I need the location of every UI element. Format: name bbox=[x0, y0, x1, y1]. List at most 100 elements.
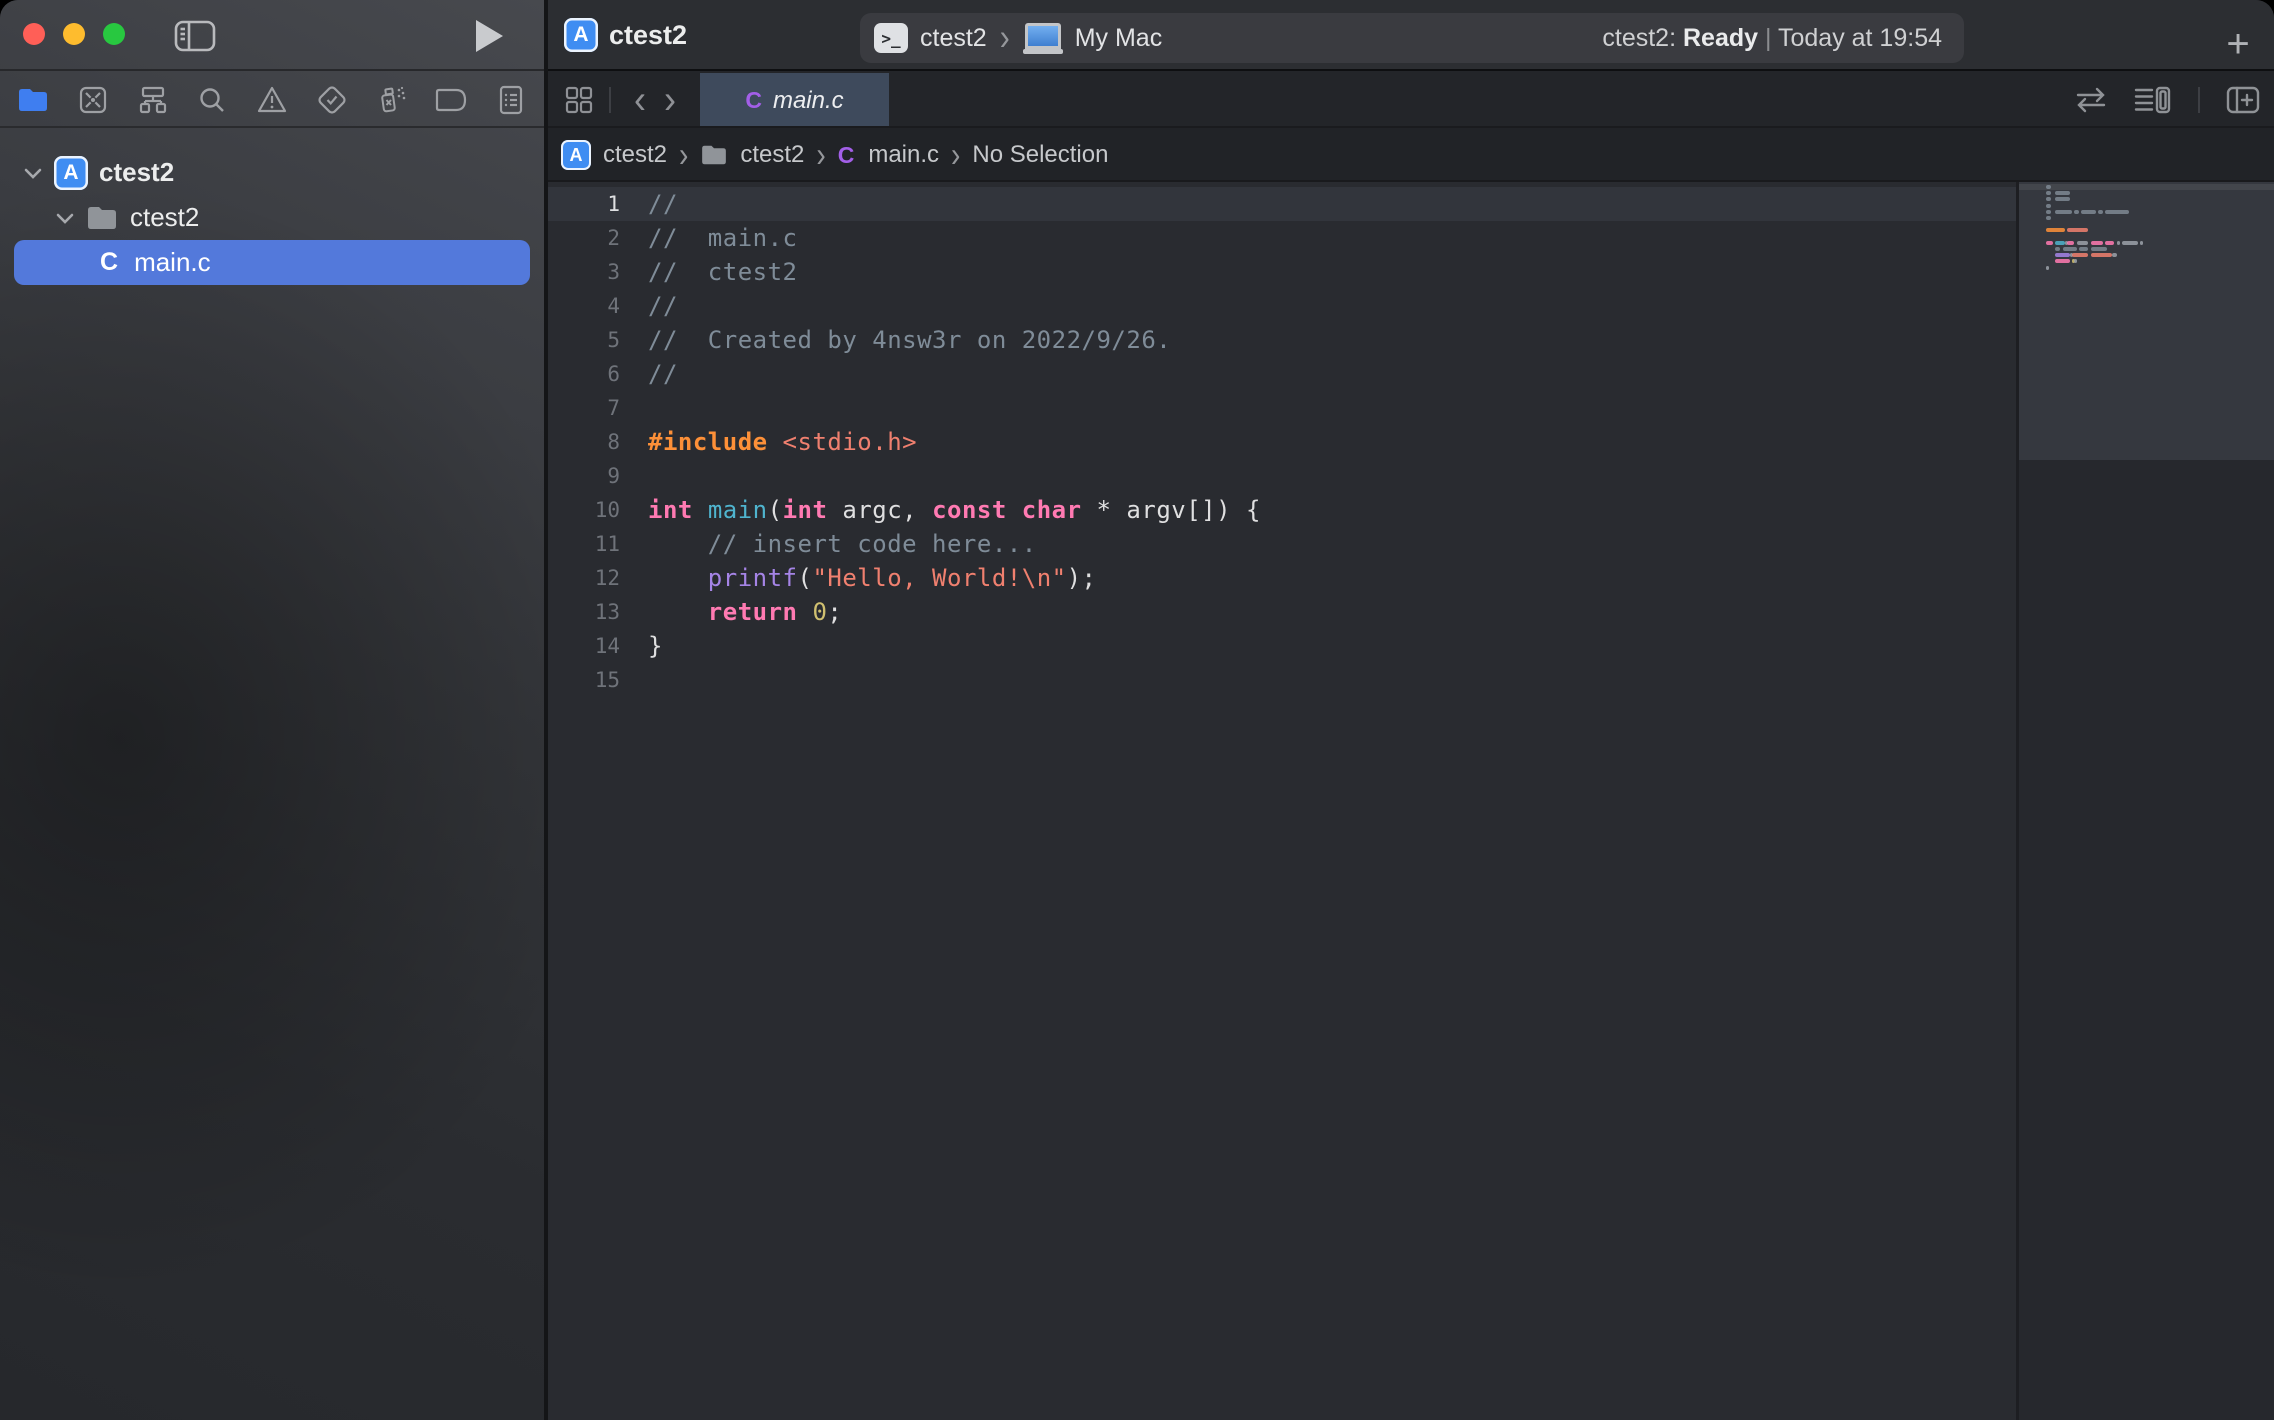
build-status[interactable]: ctest2: Ready | Today at 19:54 bbox=[1602, 24, 1964, 53]
code-line[interactable]: 5 // Created by 4nsw3r on 2022/9/26. bbox=[548, 323, 2016, 357]
my-mac-icon bbox=[1023, 23, 1063, 54]
line-number[interactable]: 9 bbox=[548, 464, 620, 488]
line-number[interactable]: 8 bbox=[548, 430, 620, 454]
code-line[interactable]: 6// bbox=[548, 357, 2016, 391]
minimap-mark bbox=[2074, 210, 2079, 214]
minimap-current-line-band bbox=[2019, 184, 2274, 190]
code-line[interactable]: 3 // ctest2 bbox=[548, 255, 2016, 289]
minimap-mark bbox=[2091, 247, 2108, 251]
project-navigator-folder-icon[interactable] bbox=[16, 83, 50, 117]
line-number[interactable]: 7 bbox=[548, 396, 620, 420]
symbol-navigator-icon[interactable] bbox=[136, 83, 170, 117]
source-control-navigator-icon[interactable] bbox=[76, 83, 110, 117]
issue-navigator-icon[interactable] bbox=[255, 83, 289, 117]
status-separator: | bbox=[1765, 24, 1772, 52]
code-text: printf("Hello, World!\n"); bbox=[648, 564, 1097, 592]
report-navigator-icon[interactable] bbox=[494, 83, 528, 117]
code-line[interactable]: 11 // insert code here... bbox=[548, 527, 2016, 561]
code-line[interactable]: 13 return 0; bbox=[548, 595, 2016, 629]
disclosure-chevron-icon[interactable] bbox=[24, 167, 44, 179]
close-button[interactable] bbox=[23, 23, 45, 45]
debug-navigator-icon[interactable] bbox=[375, 83, 409, 117]
code-text: return 0; bbox=[648, 598, 842, 626]
code-line[interactable]: 12 printf("Hello, World!\n"); bbox=[548, 561, 2016, 595]
minimap-mark bbox=[2046, 210, 2051, 214]
code-text: // bbox=[648, 292, 678, 320]
find-navigator-icon[interactable] bbox=[195, 83, 229, 117]
line-number[interactable]: 1 bbox=[548, 192, 620, 216]
toolbar-separator bbox=[2198, 87, 2200, 113]
code-text: // bbox=[648, 190, 678, 218]
tree-item-file-selected[interactable]: C main.c bbox=[14, 240, 530, 285]
tree-item-group[interactable]: ctest2 bbox=[0, 195, 544, 240]
scheme-selector[interactable]: >_ ctest2 › My Mac bbox=[860, 23, 1162, 54]
line-number[interactable]: 12 bbox=[548, 566, 620, 590]
disclosure-chevron-icon[interactable] bbox=[56, 212, 76, 224]
minimap-mark bbox=[2046, 185, 2051, 189]
minimap-mark bbox=[2067, 241, 2074, 245]
status-project-label: ctest2: bbox=[1602, 24, 1676, 52]
jumpbar-selection[interactable]: No Selection bbox=[972, 141, 1108, 169]
line-number[interactable]: 6 bbox=[548, 362, 620, 386]
test-navigator-icon[interactable] bbox=[315, 83, 349, 117]
activity-view: >_ ctest2 › My Mac ctest2: Ready | Today… bbox=[860, 13, 1964, 63]
line-number[interactable]: 10 bbox=[548, 498, 620, 522]
code-line[interactable]: 4 // bbox=[548, 289, 2016, 323]
minimize-button[interactable] bbox=[63, 23, 85, 45]
minimap-mark bbox=[2081, 210, 2095, 214]
code-line[interactable]: 15 bbox=[548, 663, 2016, 697]
go-back-button[interactable]: ‹ bbox=[625, 80, 655, 120]
jumpbar-group[interactable]: ctest2 bbox=[740, 141, 804, 169]
tab-bar: ‹ › C main.c bbox=[548, 71, 2274, 128]
sidebar-titlebar bbox=[0, 0, 544, 71]
minimap[interactable] bbox=[2019, 182, 2274, 1420]
tab-main-c[interactable]: C main.c bbox=[700, 73, 889, 128]
add-editor-split-icon[interactable] bbox=[2226, 85, 2260, 115]
code-line[interactable]: 9 bbox=[548, 459, 2016, 493]
minimap-mark bbox=[2055, 259, 2069, 263]
code-review-icon[interactable] bbox=[2074, 86, 2108, 114]
line-number[interactable]: 5 bbox=[548, 328, 620, 352]
library-add-button[interactable]: + bbox=[2220, 26, 2256, 62]
editor-grid-icon[interactable] bbox=[563, 84, 595, 116]
line-number[interactable]: 3 bbox=[548, 260, 620, 284]
go-forward-button[interactable]: › bbox=[655, 80, 685, 120]
minimap-mark bbox=[2055, 210, 2072, 214]
minimap-mark bbox=[2046, 266, 2049, 270]
line-number[interactable]: 13 bbox=[548, 600, 620, 624]
code-line[interactable]: 8#include <stdio.h> bbox=[548, 425, 2016, 459]
line-number[interactable]: 15 bbox=[548, 668, 620, 692]
line-number[interactable]: 14 bbox=[548, 634, 620, 658]
minimap-mark bbox=[2098, 210, 2103, 214]
code-line[interactable]: 7 bbox=[548, 391, 2016, 425]
minimap-mark bbox=[2105, 210, 2129, 214]
run-button[interactable] bbox=[476, 20, 503, 52]
zoom-button[interactable] bbox=[103, 23, 125, 45]
code-line[interactable]: 14} bbox=[548, 629, 2016, 663]
tree-item-label: main.c bbox=[134, 247, 211, 278]
tree-item-label: ctest2 bbox=[130, 202, 199, 233]
sidebar-toggle-icon[interactable] bbox=[174, 20, 216, 52]
line-number[interactable]: 4 bbox=[548, 294, 620, 318]
window-titlebar: A ctest2 >_ ctest2 › My Mac ctest2: Read… bbox=[548, 0, 2274, 71]
minimap-mark bbox=[2079, 247, 2088, 251]
line-number[interactable]: 11 bbox=[548, 532, 620, 556]
code-line[interactable]: 10 int main(int argc, const char * argv[]… bbox=[548, 493, 2016, 527]
chevron-right-icon: › bbox=[679, 138, 688, 173]
tree-item-project[interactable]: A ctest2 bbox=[0, 150, 544, 195]
minimap-mark bbox=[2105, 241, 2114, 245]
minimap-mark bbox=[2055, 253, 2069, 257]
line-number[interactable]: 2 bbox=[548, 226, 620, 250]
code-line[interactable]: 2// main.c bbox=[548, 221, 2016, 255]
c-file-icon: C bbox=[100, 248, 118, 277]
minimap-mark bbox=[2055, 191, 2069, 195]
code-text: // Created by 4nsw3r on 2022/9/26. bbox=[648, 326, 1171, 354]
code-text: int main(int argc, const char * argv[]) … bbox=[648, 496, 1261, 524]
jumpbar-file[interactable]: main.c bbox=[868, 141, 939, 169]
adjust-editor-options-icon[interactable] bbox=[2134, 85, 2172, 115]
breakpoint-navigator-icon[interactable] bbox=[434, 83, 468, 117]
chevron-right-icon: › bbox=[951, 138, 960, 173]
code-text: // ctest2 bbox=[648, 258, 798, 286]
code-line[interactable]: 1 // bbox=[548, 187, 2016, 221]
jumpbar-project[interactable]: ctest2 bbox=[603, 141, 667, 169]
